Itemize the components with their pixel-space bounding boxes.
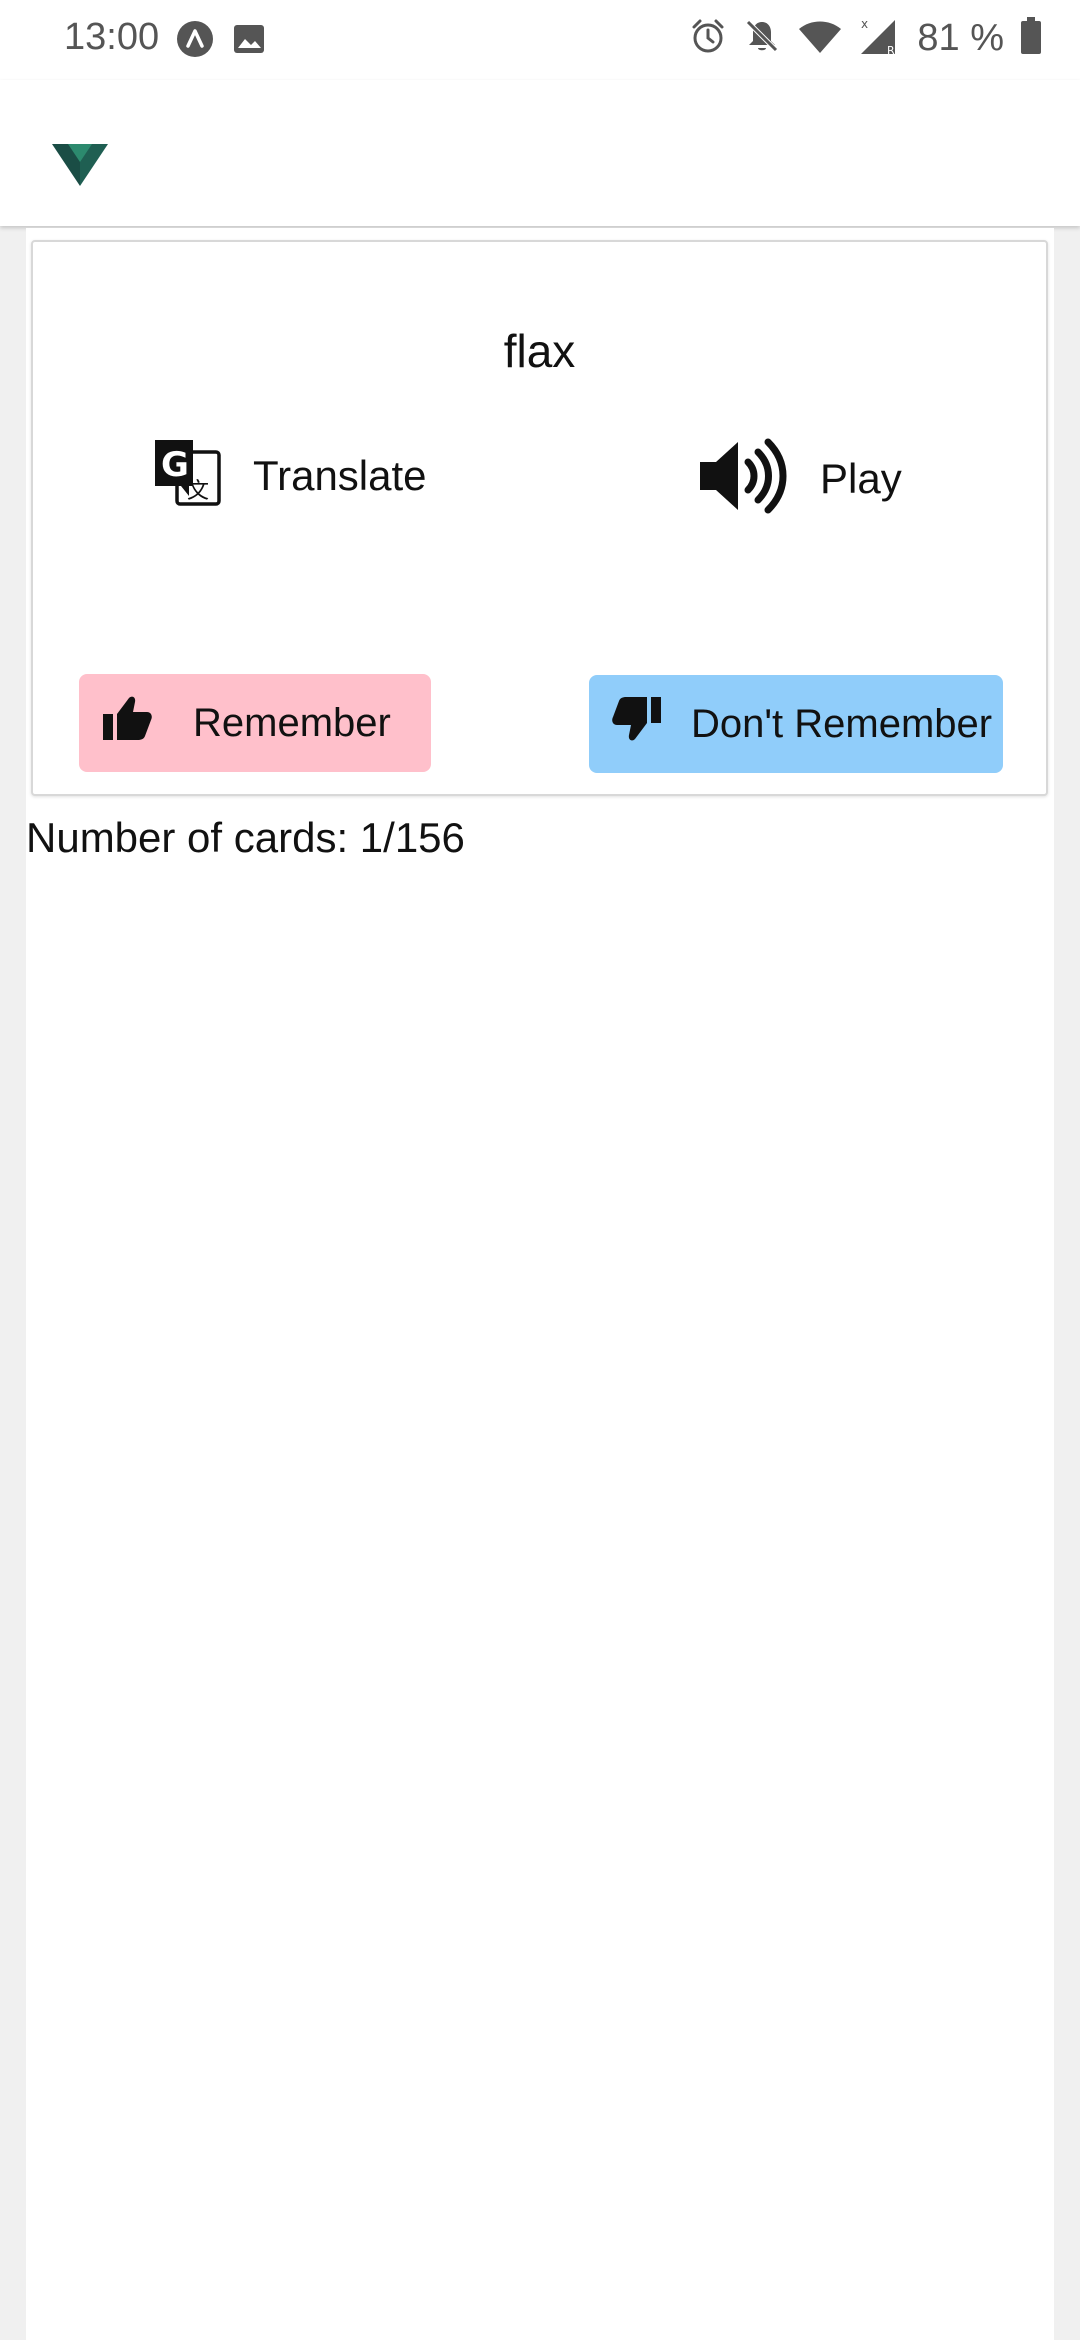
volume-up-icon <box>698 436 790 521</box>
dont-remember-button[interactable]: Don't Remember <box>589 675 1003 773</box>
status-left-icons <box>176 20 266 63</box>
battery-percentage: 81 % <box>917 17 1004 59</box>
cellular-signal-icon: x R <box>859 16 901 61</box>
thumbs-up-icon <box>101 694 153 752</box>
card-count: Number of cards: 1/156 <box>26 814 465 861</box>
translate-button[interactable]: G 文 Translate <box>153 438 427 513</box>
svg-text:x: x <box>861 17 868 31</box>
battery-icon <box>1020 17 1042 60</box>
google-translate-icon: G 文 <box>153 438 223 513</box>
translate-label: Translate <box>253 451 427 499</box>
alarm-icon <box>689 17 727 60</box>
image-icon <box>232 22 266 61</box>
svg-text:G: G <box>161 445 189 485</box>
svg-text:R: R <box>887 44 895 56</box>
remember-label: Remember <box>193 700 391 745</box>
main-content: flax G 文 Translate Play Remember Don't R… <box>26 228 1054 2340</box>
notifications-off-icon <box>743 17 781 60</box>
play-button[interactable]: Play <box>698 436 902 521</box>
vuetify-logo-icon[interactable] <box>50 142 110 193</box>
app-notification-icon <box>176 20 214 63</box>
wifi-icon <box>797 17 843 60</box>
svg-text:文: 文 <box>187 479 209 504</box>
flashcard: flax G 文 Translate Play Remember Don't R… <box>31 240 1048 796</box>
status-bar: 13:00 x R 81 % <box>0 0 1080 80</box>
thumbs-down-icon <box>611 695 663 753</box>
remember-button[interactable]: Remember <box>79 674 431 772</box>
dont-remember-label: Don't Remember <box>691 701 993 746</box>
status-time: 13:00 <box>64 16 160 58</box>
app-bar <box>0 80 1080 226</box>
play-label: Play <box>820 454 902 502</box>
card-word: flax <box>503 325 576 377</box>
status-right-icons: x R 81 % <box>689 16 1042 61</box>
